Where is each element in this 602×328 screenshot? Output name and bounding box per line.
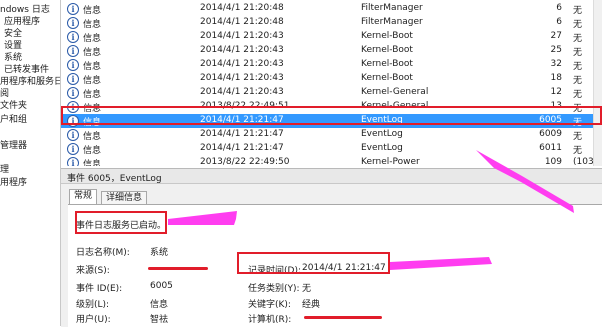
arrow-to-message <box>168 211 237 225</box>
annotation-arrows <box>168 150 574 270</box>
arrow-to-recorded-time <box>390 257 492 270</box>
arrow-to-selected-row <box>476 150 574 213</box>
